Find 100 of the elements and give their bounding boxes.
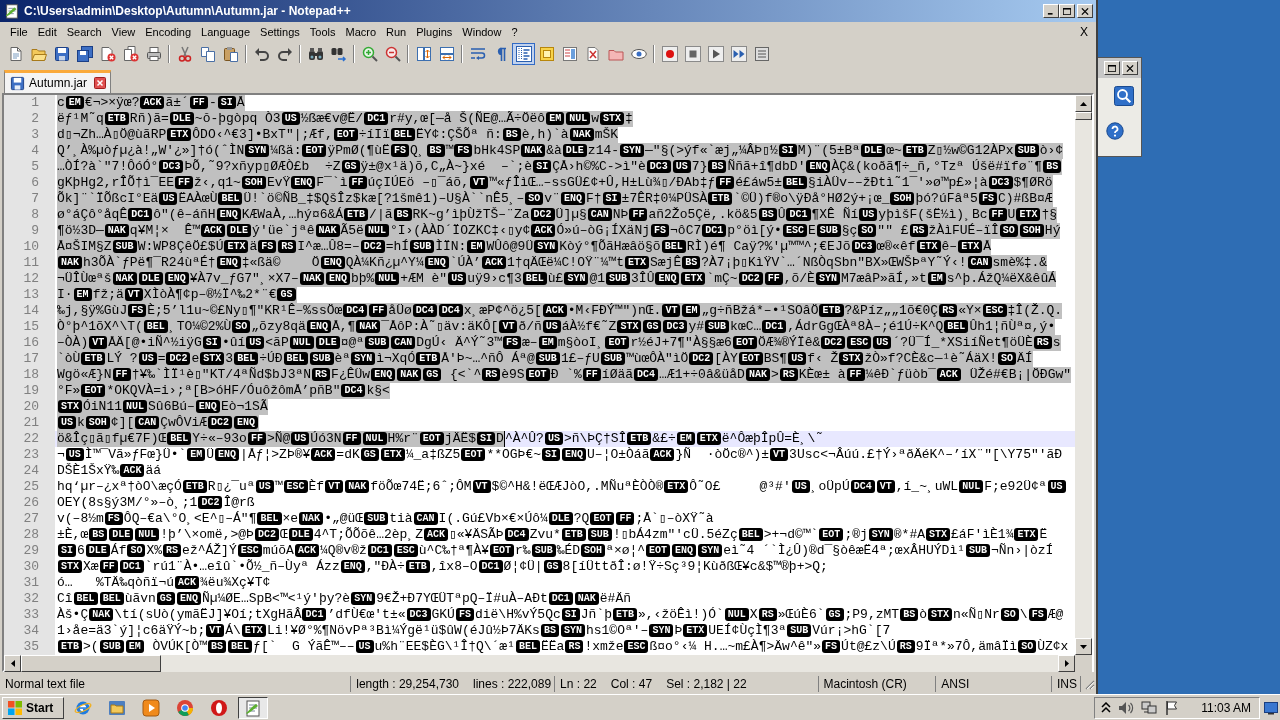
indent-guide-button[interactable] — [512, 42, 535, 65]
control-character: ETB — [708, 192, 733, 205]
control-character: BS — [900, 608, 919, 621]
line-number: 22 — [4, 431, 55, 447]
code-text: Hý — [1044, 223, 1061, 239]
vertical-scrollbar[interactable] — [1075, 95, 1092, 655]
control-character: US — [672, 160, 691, 173]
help-icon[interactable] — [1106, 122, 1124, 140]
menu-item[interactable]: Window — [457, 25, 507, 38]
code-text: Z▯½w©G12ÀPx — [927, 143, 1014, 159]
resize-grip-icon[interactable] — [1083, 678, 1095, 690]
control-character: ENQ — [164, 272, 189, 285]
control-character: BEL — [783, 176, 808, 189]
control-character: ENQ — [216, 256, 241, 269]
vertical-sync-icon — [415, 45, 432, 62]
code-text: F;e92Ü¢ª — [984, 479, 1047, 495]
code-text: »,‹žöÊì!)Ó` — [638, 607, 724, 623]
search-icon[interactable] — [1114, 86, 1134, 106]
menu-item[interactable]: Language — [196, 25, 256, 38]
code-text: **OGÞ€~ — [486, 447, 541, 463]
code-text: Li!¥Ø°%¶NövPª³Bì¼Ýgë¹ü$ûW(éJû½Þ7ÄKs — [266, 623, 540, 639]
code-text: DŠÈ1ŠxŸ‰ — [57, 463, 120, 479]
code-text: ¬ — [57, 447, 65, 463]
scrollbar-thumb[interactable] — [21, 655, 161, 672]
copy-icon — [199, 45, 216, 62]
code-text: &£÷ — [652, 431, 676, 447]
menu-item[interactable]: Edit — [32, 25, 62, 38]
menu-item[interactable]: Search — [61, 25, 107, 38]
menu-item[interactable]: View — [106, 25, 141, 38]
menu-item[interactable]: File — [5, 25, 33, 38]
control-character: VT — [662, 304, 681, 317]
scroll-down-button[interactable] — [1075, 638, 1092, 655]
code-text: n«Ñ▯Nr — [952, 607, 1000, 623]
line-number: 30 — [4, 559, 55, 575]
control-character: FF — [175, 176, 194, 189]
control-character: ACK — [175, 576, 200, 589]
code-text: ‡«ßä© Ö — [241, 255, 320, 271]
framed-square-icon — [538, 45, 555, 62]
code-text: {<`^ — [448, 367, 482, 383]
code-text: 3 — [225, 351, 234, 367]
code-text: Ò°þ^1õX^\T( — [57, 319, 143, 335]
show-desktop-icon[interactable] — [1264, 700, 1278, 715]
record-icon — [661, 45, 678, 62]
code-text: žÀìFUÉ–ïÎ — [928, 223, 999, 239]
control-character: GS — [825, 608, 844, 621]
maximize-button[interactable] — [1104, 61, 1120, 75]
control-character: DC4 — [634, 368, 659, 381]
code-text: ÷íIï — [358, 127, 390, 143]
code-text: I^æ…Û8=– — [297, 239, 360, 255]
control-character: US — [859, 208, 878, 221]
code-text: áÀ½f€˜Z — [561, 319, 617, 335]
code-text: ÿ±@x¹ä)õ,C„À~}xé –`;è — [360, 159, 533, 175]
line-number: 27 — [4, 511, 55, 527]
code-text: ô"(ê–áñH — [153, 207, 216, 223]
close-button[interactable] — [1077, 4, 1093, 18]
code-text: \tí(sUò(ymãËJ]¥Oí;tXgHãÂ — [114, 607, 302, 623]
control-character: ENQ — [291, 176, 316, 189]
code-text: ¼_a‡ßZ5 — [405, 447, 461, 463]
start-button[interactable]: Start — [2, 696, 64, 719]
code-text: Á\ — [225, 623, 241, 639]
control-character: US — [873, 336, 892, 349]
minimize-button[interactable] — [1043, 4, 1059, 18]
scroll-left-button[interactable] — [4, 655, 21, 672]
menu-item[interactable]: Tools — [304, 25, 341, 38]
code-text: Ã5ë — [340, 223, 364, 239]
file-tab[interactable]: Autumn.jar — [4, 70, 112, 93]
line-number: 19 — [4, 383, 55, 399]
chevron-up-icon[interactable] — [1101, 701, 1112, 714]
control-character: ETX — [625, 256, 649, 269]
menu-item[interactable]: Run — [381, 25, 412, 38]
control-character: SOH — [1019, 224, 1044, 237]
code-text: F¿ÊÜw — [331, 367, 371, 383]
control-character: NUL — [375, 272, 400, 285]
close-icon[interactable] — [94, 77, 107, 89]
maximize-button[interactable] — [1059, 4, 1075, 18]
menu-item[interactable]: Plugins — [411, 25, 458, 38]
control-character: DLE — [315, 336, 340, 349]
menu-item[interactable]: Macro — [340, 25, 382, 38]
close-button[interactable] — [1122, 61, 1138, 75]
scroll-up-button[interactable] — [1075, 95, 1092, 112]
clock[interactable]: 11:03 AM — [1201, 700, 1251, 715]
menu-item[interactable]: ? — [506, 25, 523, 38]
code-text: m§òoI¸ — [557, 335, 605, 351]
control-character: BEL — [944, 320, 969, 333]
menu-item[interactable]: Settings — [255, 25, 305, 38]
code-text: ?&Píz„„1õ€0Ç — [844, 303, 939, 319]
scroll-right-button[interactable] — [1058, 655, 1075, 672]
control-character: DC1 — [364, 112, 389, 125]
control-character: DC2 — [254, 528, 279, 541]
code-text: ?Q — [573, 511, 590, 527]
horizontal-scrollbar[interactable] — [4, 655, 1075, 672]
scrollbar-thumb[interactable] — [1075, 112, 1092, 120]
network-icon[interactable] — [1141, 699, 1158, 716]
close-document-button[interactable]: X — [1078, 24, 1090, 39]
code-text: u%h¨EE$ÈG\¹Î†Q\´æ¹ — [374, 639, 515, 655]
taskbar-app-button[interactable] — [238, 696, 268, 719]
control-character: SUB — [705, 320, 730, 333]
code-text: D — [496, 431, 504, 447]
menu-item[interactable]: Encoding — [140, 25, 197, 38]
code-text: Áf — [110, 543, 127, 559]
